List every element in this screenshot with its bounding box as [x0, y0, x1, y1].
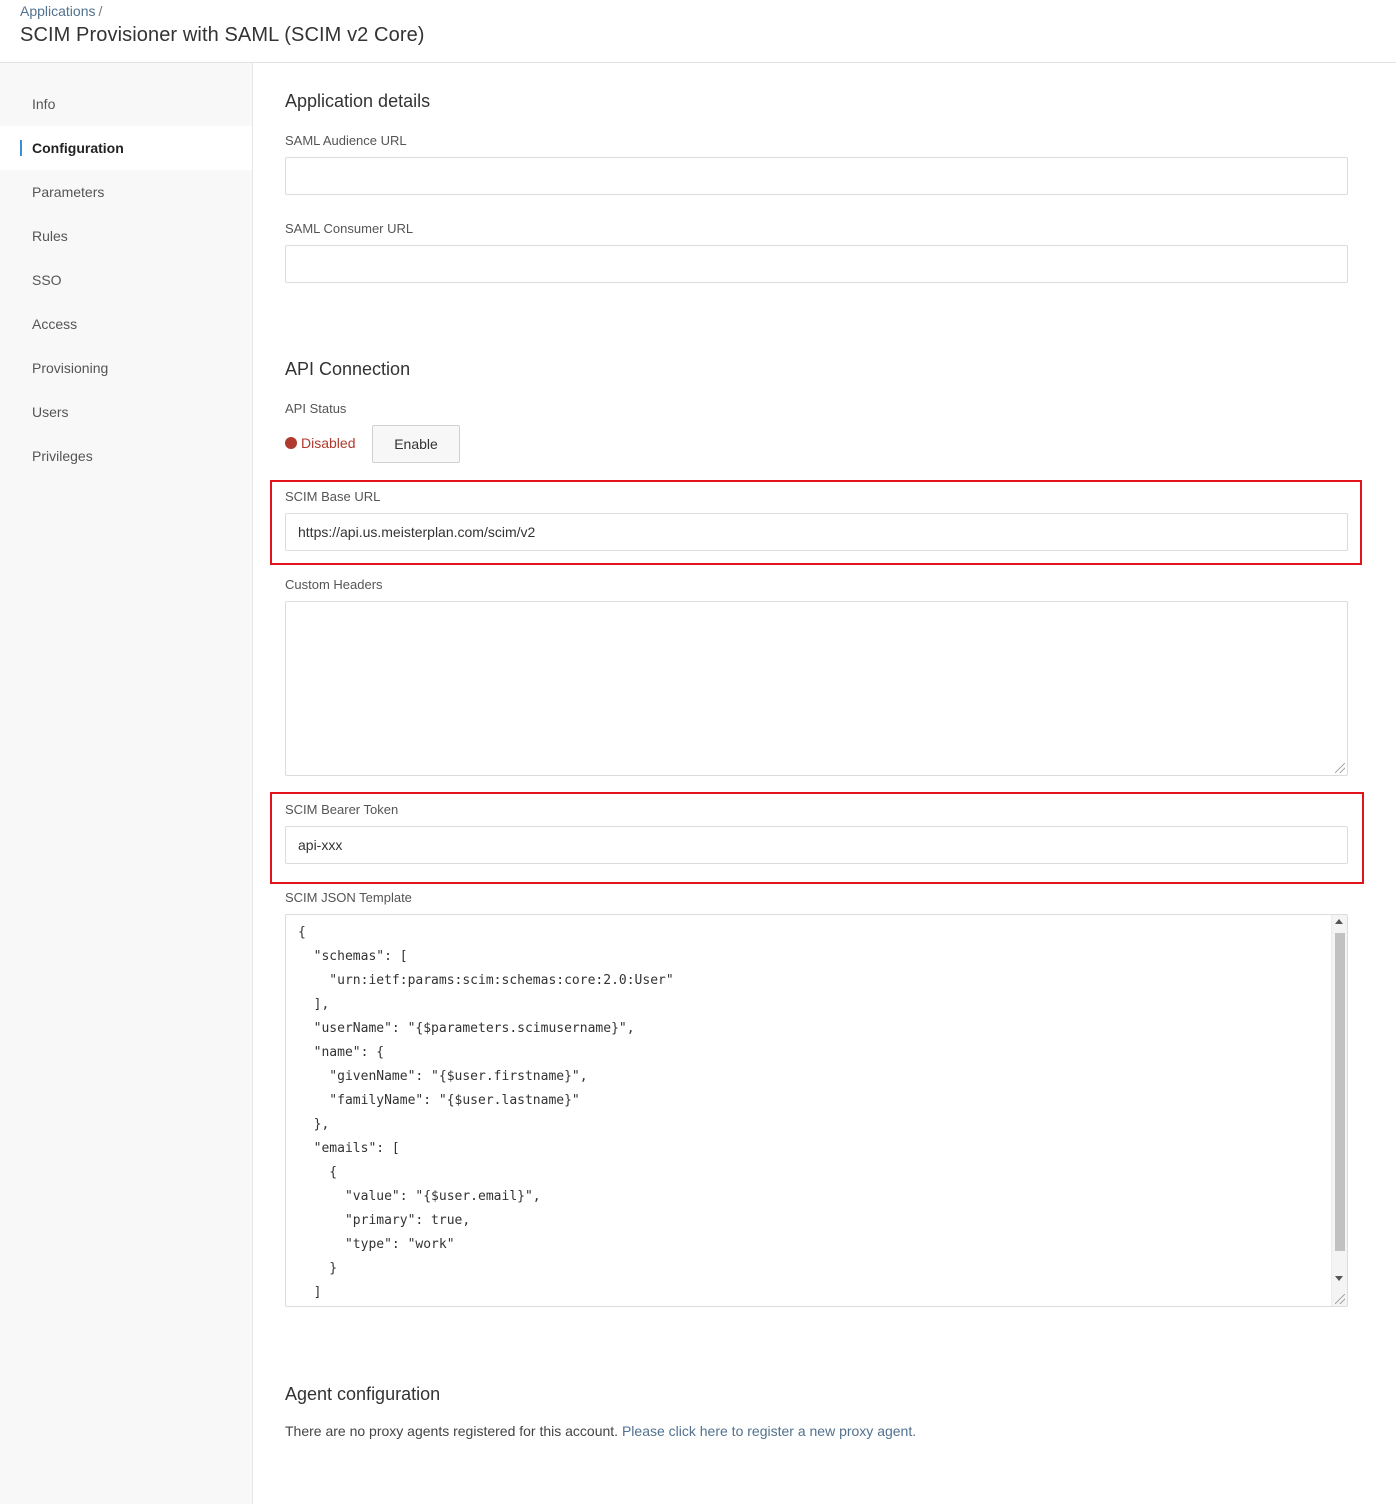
scim-base-url-input[interactable]: https://api.us.meisterplan.com/scim/v2 [285, 513, 1348, 551]
api-status-text: Disabled [301, 435, 356, 451]
saml-audience-url-input[interactable] [285, 157, 1348, 195]
saml-audience-url-label: SAML Audience URL [285, 133, 407, 148]
status-dot-icon [285, 437, 297, 449]
sidebar-item-sso[interactable]: SSO [0, 258, 252, 302]
json-template-scrollbar[interactable] [1331, 915, 1347, 1306]
sidebar-item-info[interactable]: Info [0, 82, 252, 126]
scim-bearer-token-input[interactable]: api-xxx [285, 826, 1348, 864]
api-status-indicator: Disabled [285, 435, 355, 451]
saml-consumer-url-input[interactable] [285, 245, 1348, 283]
agent-configuration-title: Agent configuration [285, 1384, 441, 1404]
breadcrumb-applications-link[interactable]: Applications [20, 3, 96, 19]
json-template-code: { "schemas": [ "urn:ietf:params:scim:sch… [298, 925, 674, 1300]
scim-json-template-textarea[interactable]: { "schemas": [ "urn:ietf:params:scim:sch… [285, 914, 1348, 1307]
sidebar-item-provisioning[interactable]: Provisioning [0, 346, 252, 390]
scroll-up-arrow-icon[interactable] [1335, 919, 1343, 924]
breadcrumb-separator: / [98, 3, 103, 19]
api-connection-title: API Connection [285, 359, 411, 379]
custom-headers-textarea[interactable] [285, 601, 1348, 776]
page-title: SCIM Provisioner with SAML (SCIM v2 Core… [20, 24, 425, 46]
agent-configuration-text: There are no proxy agents registered for… [285, 1423, 619, 1439]
sidebar-item-users[interactable]: Users [0, 390, 252, 434]
sidebar-item-rules[interactable]: Rules [0, 214, 252, 258]
resize-handle-icon[interactable] [1335, 763, 1345, 773]
saml-consumer-url-label: SAML Consumer URL [285, 221, 414, 236]
enable-button[interactable]: Enable [372, 425, 460, 463]
sidebar-item-privileges[interactable]: Privileges [0, 434, 252, 478]
api-status-label: API Status [285, 401, 347, 416]
resize-handle-icon[interactable] [1335, 1294, 1345, 1304]
sidebar-item-parameters[interactable]: Parameters [0, 170, 252, 214]
custom-headers-label: Custom Headers [285, 577, 383, 592]
scim-base-url-label: SCIM Base URL [285, 489, 381, 504]
sidebar-item-access[interactable]: Access [0, 302, 252, 346]
breadcrumb: Applications / [20, 3, 102, 19]
scim-json-template-label: SCIM JSON Template [285, 890, 412, 905]
scim-bearer-token-label: SCIM Bearer Token [285, 802, 399, 817]
scroll-down-arrow-icon[interactable] [1335, 1276, 1343, 1281]
page-header: Applications / SCIM Provisioner with SAML… [0, 0, 1396, 63]
sidebar: Info Configuration Parameters Rules SSO … [0, 63, 253, 1504]
sidebar-item-configuration[interactable]: Configuration [0, 126, 252, 170]
main-content: Application details SAML Audience URL SA… [253, 63, 1396, 1504]
register-proxy-agent-link[interactable]: Please click here to register a new prox… [622, 1423, 916, 1439]
scroll-thumb[interactable] [1335, 933, 1345, 1251]
application-details-title: Application details [285, 91, 431, 111]
agent-configuration-message: There are no proxy agents registered for… [285, 1423, 916, 1439]
